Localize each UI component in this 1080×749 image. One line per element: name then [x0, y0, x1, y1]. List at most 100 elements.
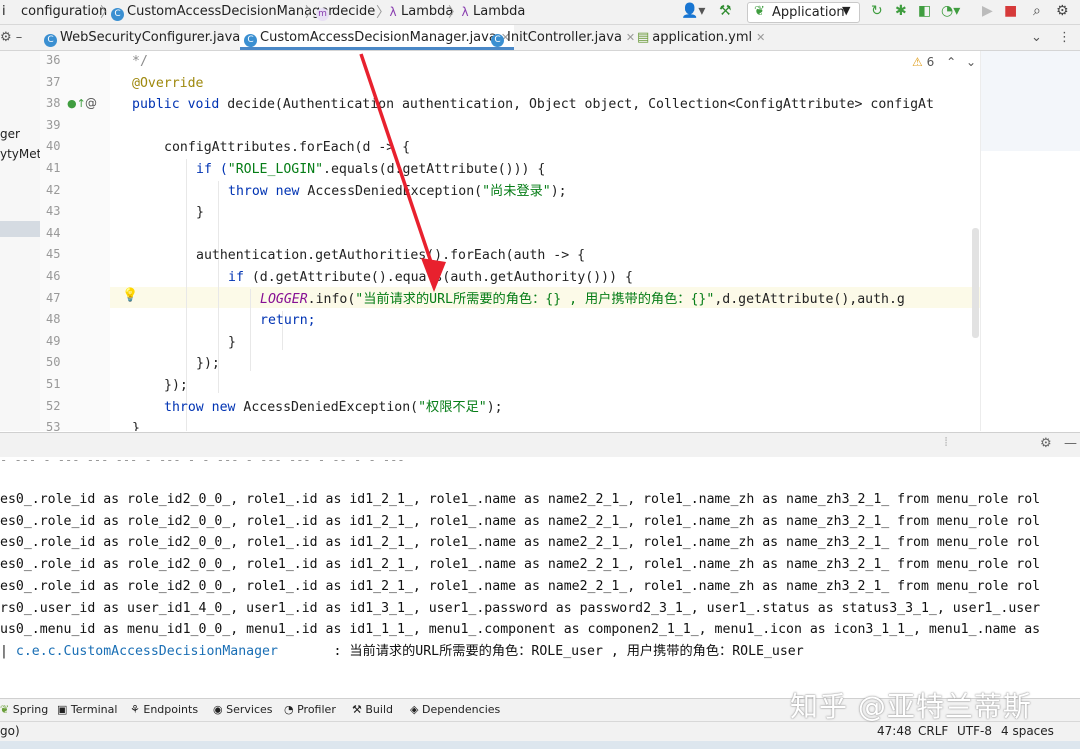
profile-icon[interactable]: ◔▾: [941, 3, 960, 19]
breadcrumb-item-package[interactable]: configuration: [21, 4, 107, 19]
tool-dependencies[interactable]: ◈ Dependencies: [410, 703, 500, 716]
resume-icon[interactable]: ▶: [982, 3, 993, 19]
close-icon[interactable]: ✕: [756, 31, 765, 44]
code-token: configAttributes.forEach(d -> {: [164, 140, 411, 156]
editor-scrollbar[interactable]: [972, 228, 979, 338]
line-number[interactable]: 42: [40, 183, 108, 197]
code-line[interactable]: }: [132, 418, 140, 431]
lightbulb-icon[interactable]: 💡: [122, 288, 138, 303]
project-settings-icon[interactable]: ⚙ –: [0, 25, 22, 50]
tool-spring[interactable]: ❦ Spring: [0, 703, 48, 716]
code-minimap[interactable]: [980, 51, 1080, 431]
yaml-file-icon: ▤: [637, 30, 650, 45]
line-number[interactable]: 50: [40, 355, 108, 369]
project-tree-item[interactable]: ger: [0, 127, 20, 141]
code-token: if: [228, 270, 252, 285]
console-line: es0_.role_id as role_id2_0_0_, role1_.id…: [0, 535, 1041, 551]
code-line[interactable]: @Override: [132, 73, 203, 94]
coverage-icon[interactable]: ◧: [918, 3, 931, 19]
tool-profiler[interactable]: ◔ Profiler: [284, 703, 336, 716]
build-hammer-icon[interactable]: ⚒: [719, 3, 732, 19]
user-account-icon[interactable]: 👤▾: [681, 3, 705, 19]
run-console[interactable]: - --- - --- --- --- - --- - - --- - --- …: [0, 457, 1080, 697]
project-tree-selection[interactable]: [0, 221, 40, 237]
stop-icon[interactable]: ■: [1004, 3, 1017, 19]
line-number[interactable]: 52: [40, 399, 108, 413]
file-encoding[interactable]: UTF-8: [957, 724, 992, 738]
search-icon[interactable]: ⌕: [1033, 3, 1041, 19]
settings-icon[interactable]: ⚙: [1056, 3, 1069, 19]
minimap-viewport[interactable]: [981, 51, 1080, 151]
code-token: );: [550, 183, 567, 199]
annotation-marker-icon[interactable]: @: [85, 96, 97, 110]
tool-terminal[interactable]: ▣ Terminal: [57, 703, 117, 716]
breadcrumb-item-method[interactable]: m decide: [316, 4, 375, 21]
tab-customaccessdecisionmanager[interactable]: C CustomAccessDecisionManager.java ✕: [240, 25, 515, 50]
code-token: AccessDeniedException(: [307, 183, 483, 199]
line-number[interactable]: 49: [40, 334, 108, 348]
lambda-icon: λ: [389, 5, 397, 19]
code-line[interactable]: LOGGER.info("当前请求的URL所需要的角色：{} , 用户携带的角色…: [260, 289, 905, 310]
line-number[interactable]: 41: [40, 161, 108, 175]
class-icon: C: [491, 34, 504, 47]
line-number[interactable]: 40: [40, 139, 108, 153]
services-icon: ◉: [213, 703, 223, 716]
code-line[interactable]: });: [164, 375, 188, 396]
line-number[interactable]: 45: [40, 247, 108, 261]
line-number[interactable]: 44: [40, 226, 108, 240]
tab-websecurityconfigurer[interactable]: CWebSecurityConfigurer.java✕: [44, 25, 253, 50]
code-line[interactable]: throw new AccessDeniedException("尚未登录");: [228, 181, 567, 202]
code-line[interactable]: return;: [260, 310, 316, 331]
indent-setting[interactable]: 4 spaces: [1001, 724, 1054, 738]
terminal-icon: ▣: [57, 703, 68, 716]
breadcrumb-item-lambda[interactable]: λ Lambda: [388, 4, 453, 19]
override-method-icon[interactable]: ●↑: [67, 97, 86, 110]
breadcrumb-item-lambda[interactable]: λ Lambda: [460, 4, 525, 19]
tool-build[interactable]: ⚒ Build: [352, 703, 393, 716]
code-line[interactable]: });: [196, 353, 220, 374]
code-line[interactable]: public void decide(Authentication authen…: [132, 94, 934, 115]
tabs-overflow-icon[interactable]: ⌄: [1031, 25, 1042, 50]
lambda-icon: λ: [461, 5, 469, 19]
debug-icon[interactable]: ✱: [895, 3, 907, 19]
line-number[interactable]: 37: [40, 75, 108, 89]
breadcrumb-item-class[interactable]: C CustomAccessDecisionManager: [111, 4, 334, 21]
line-number[interactable]: 43: [40, 204, 108, 218]
settings-icon[interactable]: ⚙: [1040, 436, 1052, 451]
code-line[interactable]: authentication.getAuthorities().forEach(…: [196, 245, 585, 266]
line-separator[interactable]: CRLF: [918, 724, 948, 738]
more-options-icon[interactable]: ⋮: [1058, 25, 1071, 50]
chevron-down-icon[interactable]: ⌄: [966, 55, 976, 69]
tool-endpoints[interactable]: ⚘ Endpoints: [130, 703, 198, 716]
run-configuration-select[interactable]: ❦ Application ▼: [747, 2, 860, 23]
line-number[interactable]: 39: [40, 118, 108, 132]
caret-position[interactable]: 47:48: [877, 724, 912, 738]
tool-services[interactable]: ◉ Services: [213, 703, 273, 716]
code-line[interactable]: configAttributes.forEach(d -> {: [164, 137, 410, 158]
tab-initcontroller[interactable]: C InitController.java ✕: [491, 25, 635, 50]
rerun-icon[interactable]: ↻: [871, 3, 883, 19]
line-number[interactable]: 51: [40, 377, 108, 391]
line-number[interactable]: 48: [40, 312, 108, 326]
code-line[interactable]: if (d.getAttribute().equals(auth.getAuth…: [228, 267, 633, 288]
code-token: "当前请求的URL所需要的角色：{} , 用户携带的角色：{}": [355, 291, 715, 307]
line-number[interactable]: 46: [40, 269, 108, 283]
code-token: });: [196, 356, 220, 372]
console-clipped-line: - --- - --- --- --- - --- - - --- - --- …: [0, 457, 405, 467]
minimize-icon[interactable]: —: [1064, 436, 1077, 451]
code-line[interactable]: }: [228, 332, 236, 353]
tab-application-yml[interactable]: ▤ application.yml ✕: [637, 25, 765, 50]
line-number[interactable]: 47: [40, 291, 108, 305]
inspection-widget[interactable]: ⚠ 6 ⌃ ⌄: [912, 55, 976, 69]
line-number[interactable]: 36: [40, 53, 108, 67]
code-token: "ROLE_LOGIN": [227, 162, 324, 177]
warning-icon: ⚠: [912, 55, 923, 69]
code-line[interactable]: */: [132, 51, 148, 72]
chevron-up-icon[interactable]: ⌃: [946, 55, 956, 69]
code-editor[interactable]: */ @Override public void decide(Authentica…: [110, 51, 980, 431]
code-line[interactable]: if ("ROLE_LOGIN".equals(d.getAttribute()…: [196, 159, 545, 180]
code-line[interactable]: }: [196, 202, 204, 223]
logger-name[interactable]: c.e.c.CustomAccessDecisionManager: [16, 644, 278, 659]
close-icon[interactable]: ✕: [626, 31, 635, 44]
code-line[interactable]: throw new AccessDeniedException("权限不足");: [164, 397, 503, 418]
